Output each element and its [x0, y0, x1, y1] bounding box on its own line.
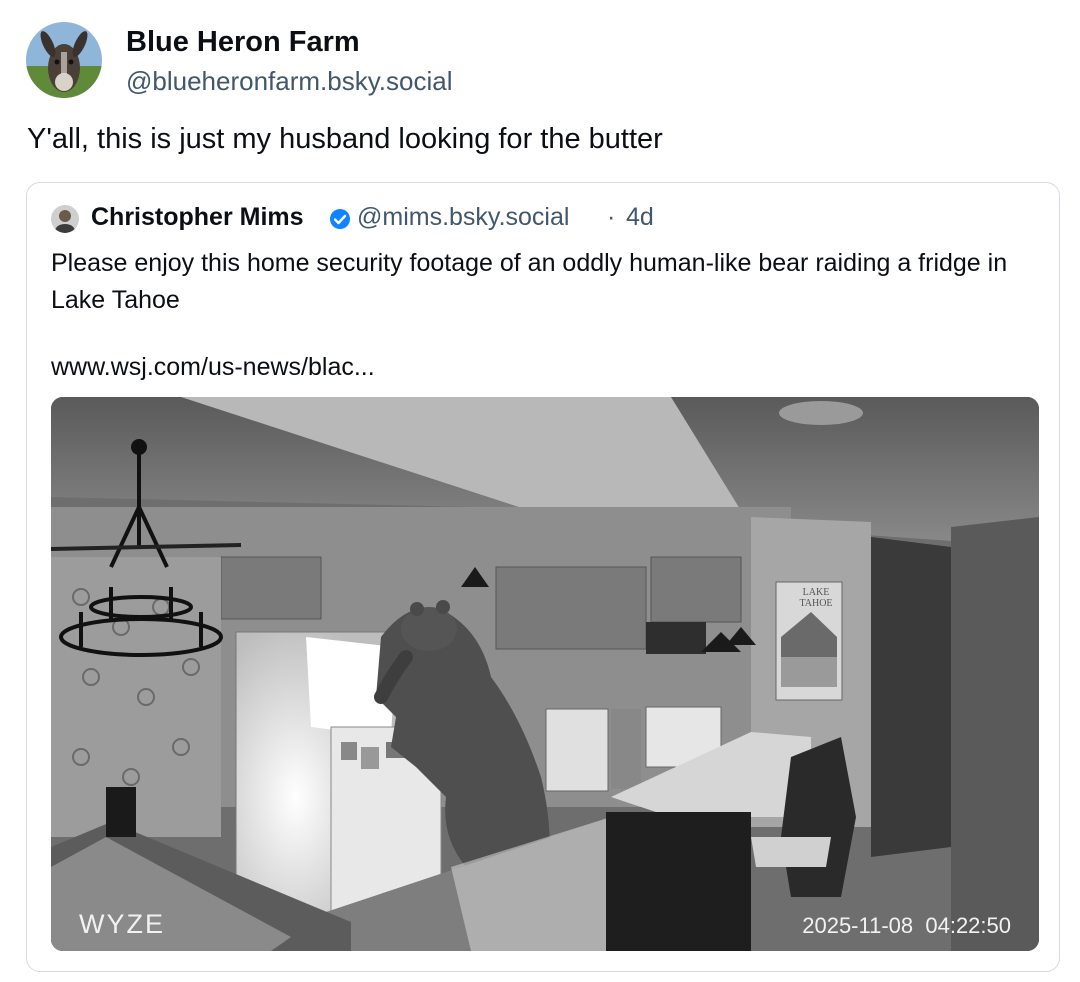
quoted-author-name[interactable]: Christopher Mims	[91, 203, 304, 232]
wyze-watermark: WYZE	[79, 909, 165, 939]
quoted-author-handle[interactable]: @mims.bsky.social	[357, 203, 569, 232]
post-text: Y'all, this is just my husband looking f…	[27, 123, 663, 155]
person-avatar-icon	[51, 205, 79, 233]
kitchen-bear-scene	[51, 397, 1039, 951]
quoted-post-card[interactable]: Christopher Mims @mims.bsky.social · 4d …	[26, 182, 1060, 972]
donkey-avatar-icon	[26, 22, 102, 98]
quoted-author-avatar[interactable]	[51, 205, 79, 233]
quoted-post-link[interactable]: www.wsj.com/us-news/blac...	[51, 353, 375, 382]
quoted-post-text: Please enjoy this home security footage …	[51, 249, 1008, 314]
post: Blue Heron Farm @blueheronfarm.bsky.soci…	[0, 0, 1080, 982]
verified-check-icon	[330, 209, 350, 229]
footage-timestamp: 2025-11-08 04:22:50	[802, 913, 1011, 938]
author-name[interactable]: Blue Heron Farm	[126, 26, 360, 59]
author-avatar[interactable]	[26, 22, 102, 98]
security-footage-image[interactable]: LAKE TAHOE WYZE 2025-11-08 04:22:50	[51, 397, 1039, 951]
quoted-post-time[interactable]: 4d	[626, 203, 654, 232]
author-handle[interactable]: @blueheronfarm.bsky.social	[126, 66, 453, 97]
sign-text: LAKE TAHOE	[799, 587, 833, 609]
meta-separator: ·	[607, 203, 616, 231]
